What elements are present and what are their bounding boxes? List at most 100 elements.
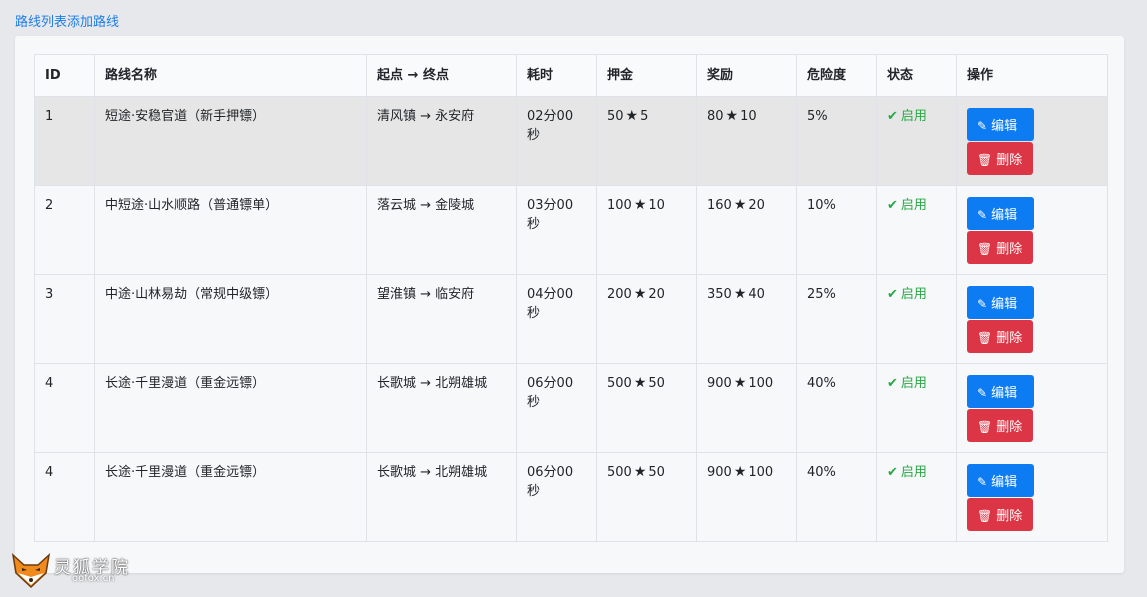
cell-route: 望淮镇 → 临安府 [366, 274, 517, 364]
cell-deposit: 500 ★ 50 [596, 452, 697, 542]
risk-value: 10% [807, 198, 836, 213]
pencil-icon: ✎ [977, 386, 988, 400]
reward-stars: 100 [748, 465, 774, 480]
check-icon: ✔ [887, 198, 898, 213]
content-card: ID 路线名称 起点 → 终点 耗时 押金 奖励 危险度 状态 操作 1 短途·安… [15, 36, 1124, 573]
status-label: 启用 [900, 376, 927, 391]
cell-duration: 02分00秒 [516, 96, 597, 186]
cell-route: 落云城 → 金陵城 [366, 185, 517, 275]
cell-route: 长歌城 → 北朔雄城 [366, 363, 517, 453]
deposit-stars: 50 [648, 376, 665, 391]
route-id: 2 [45, 198, 54, 213]
status-label: 启用 [900, 287, 927, 302]
pencil-icon: ✎ [977, 475, 988, 489]
risk-value: 40% [807, 376, 836, 391]
header-actions: 操作 [956, 54, 1108, 97]
delete-label: 删除 [996, 420, 1023, 435]
delete-button[interactable]: 🗑 删除 [967, 409, 1033, 442]
cell-risk: 40% [796, 452, 877, 542]
pencil-icon: ✎ [977, 119, 988, 133]
cell-reward: 160 ★ 20 [696, 185, 797, 275]
add-route-link[interactable]: 添加路线 [67, 15, 119, 30]
deposit-value: 500 [607, 465, 632, 480]
cell-actions: ✎ 编辑 🗑 删除 [956, 185, 1108, 275]
edit-button[interactable]: ✎ 编辑 [967, 197, 1034, 230]
edit-button[interactable]: ✎ 编辑 [967, 286, 1034, 319]
deposit-stars: 20 [648, 287, 665, 302]
status-label: 启用 [900, 465, 927, 480]
cell-name: 中途·山林易劫（常规中级镖） [94, 274, 367, 364]
deposit-value: 200 [607, 287, 632, 302]
delete-button[interactable]: 🗑 删除 [967, 320, 1033, 353]
delete-button[interactable]: 🗑 删除 [967, 231, 1033, 264]
header-status: 状态 [876, 54, 957, 97]
edit-label: 编辑 [991, 475, 1018, 490]
header-deposit: 押金 [596, 54, 697, 97]
cell-id: 3 [34, 274, 95, 364]
route-name: 中途·山林易劫（常规中级镖） [105, 287, 279, 302]
cell-duration: 06分00秒 [516, 363, 597, 453]
route-duration: 03分00秒 [527, 198, 574, 232]
cell-status: ✔ 启用 [876, 363, 957, 453]
cell-name: 长途·千里漫道（重金远镖） [94, 363, 367, 453]
reward-stars: 10 [740, 109, 757, 124]
check-icon: ✔ [887, 465, 898, 480]
star-icon: ★ [633, 286, 647, 302]
deposit-stars: 5 [640, 109, 649, 124]
cell-reward: 900 ★ 100 [696, 363, 797, 453]
cell-status: ✔ 启用 [876, 185, 957, 275]
cell-actions: ✎ 编辑 🗑 删除 [956, 274, 1108, 364]
edit-label: 编辑 [991, 297, 1018, 312]
table-row: 3 中途·山林易劫（常规中级镖） 望淮镇 → 临安府 04分00秒 200 ★ 20 350 ★… [34, 274, 1108, 364]
star-icon: ★ [733, 375, 747, 391]
delete-button[interactable]: 🗑 删除 [967, 142, 1033, 175]
deposit-value: 100 [607, 198, 632, 213]
route-path: 长歌城 → 北朔雄城 [377, 376, 488, 391]
fox-logo-icon [11, 553, 51, 589]
route-list-link[interactable]: 路线列表 [15, 15, 67, 30]
table-row: 2 中短途·山水顺路（普通镖单） 落云城 → 金陵城 03分00秒 100 ★ 10 160 ★… [34, 185, 1108, 275]
cell-name: 中短途·山水顺路（普通镖单） [94, 185, 367, 275]
cell-deposit: 500 ★ 50 [596, 363, 697, 453]
star-icon: ★ [633, 375, 647, 391]
table-row: 1 短途·安稳官道（新手押镖） 清风镇 → 永安府 02分00秒 50 ★ 5 80 ★ 10 5%… [34, 96, 1108, 186]
top-nav: 路线列表添加路线 [15, 14, 119, 32]
table-row: 4 长途·千里漫道（重金远镖） 长歌城 → 北朔雄城 06分00秒 500 ★ 50 900 ★… [34, 363, 1108, 453]
edit-button[interactable]: ✎ 编辑 [967, 108, 1034, 141]
table-row: 4 长途·千里漫道（重金远镖） 长歌城 → 北朔雄城 06分00秒 500 ★ 50 900 ★… [34, 452, 1108, 542]
route-name: 长途·千里漫道（重金远镖） [105, 376, 266, 391]
star-icon: ★ [725, 108, 739, 124]
check-icon: ✔ [887, 376, 898, 391]
cell-route: 长歌城 → 北朔雄城 [366, 452, 517, 542]
edit-button[interactable]: ✎ 编辑 [967, 464, 1034, 497]
cell-deposit: 100 ★ 10 [596, 185, 697, 275]
cell-id: 4 [34, 363, 95, 453]
deposit-value: 50 [607, 109, 624, 124]
cell-deposit: 200 ★ 20 [596, 274, 697, 364]
star-icon: ★ [633, 197, 647, 213]
pencil-icon: ✎ [977, 297, 988, 311]
edit-button[interactable]: ✎ 编辑 [967, 375, 1034, 408]
cell-id: 4 [34, 452, 95, 542]
trash-icon: 🗑 [977, 420, 993, 434]
check-icon: ✔ [887, 109, 898, 124]
route-duration: 02分00秒 [527, 109, 574, 143]
watermark-en: oofox.cn [72, 573, 115, 584]
cell-duration: 06分00秒 [516, 452, 597, 542]
cell-risk: 10% [796, 185, 877, 275]
cell-deposit: 50 ★ 5 [596, 96, 697, 186]
route-name: 中短途·山水顺路（普通镖单） [105, 198, 279, 213]
risk-value: 40% [807, 465, 836, 480]
route-id: 4 [45, 376, 54, 391]
header-id: ID [34, 54, 95, 97]
cell-duration: 04分00秒 [516, 274, 597, 364]
reward-value: 350 [707, 287, 732, 302]
route-duration: 06分00秒 [527, 376, 574, 410]
route-id: 1 [45, 109, 54, 124]
status-badge: ✔ 启用 [887, 109, 927, 124]
reward-value: 900 [707, 465, 732, 480]
edit-label: 编辑 [991, 386, 1018, 401]
reward-value: 160 [707, 198, 732, 213]
delete-button[interactable]: 🗑 删除 [967, 498, 1033, 531]
check-icon: ✔ [887, 287, 898, 302]
